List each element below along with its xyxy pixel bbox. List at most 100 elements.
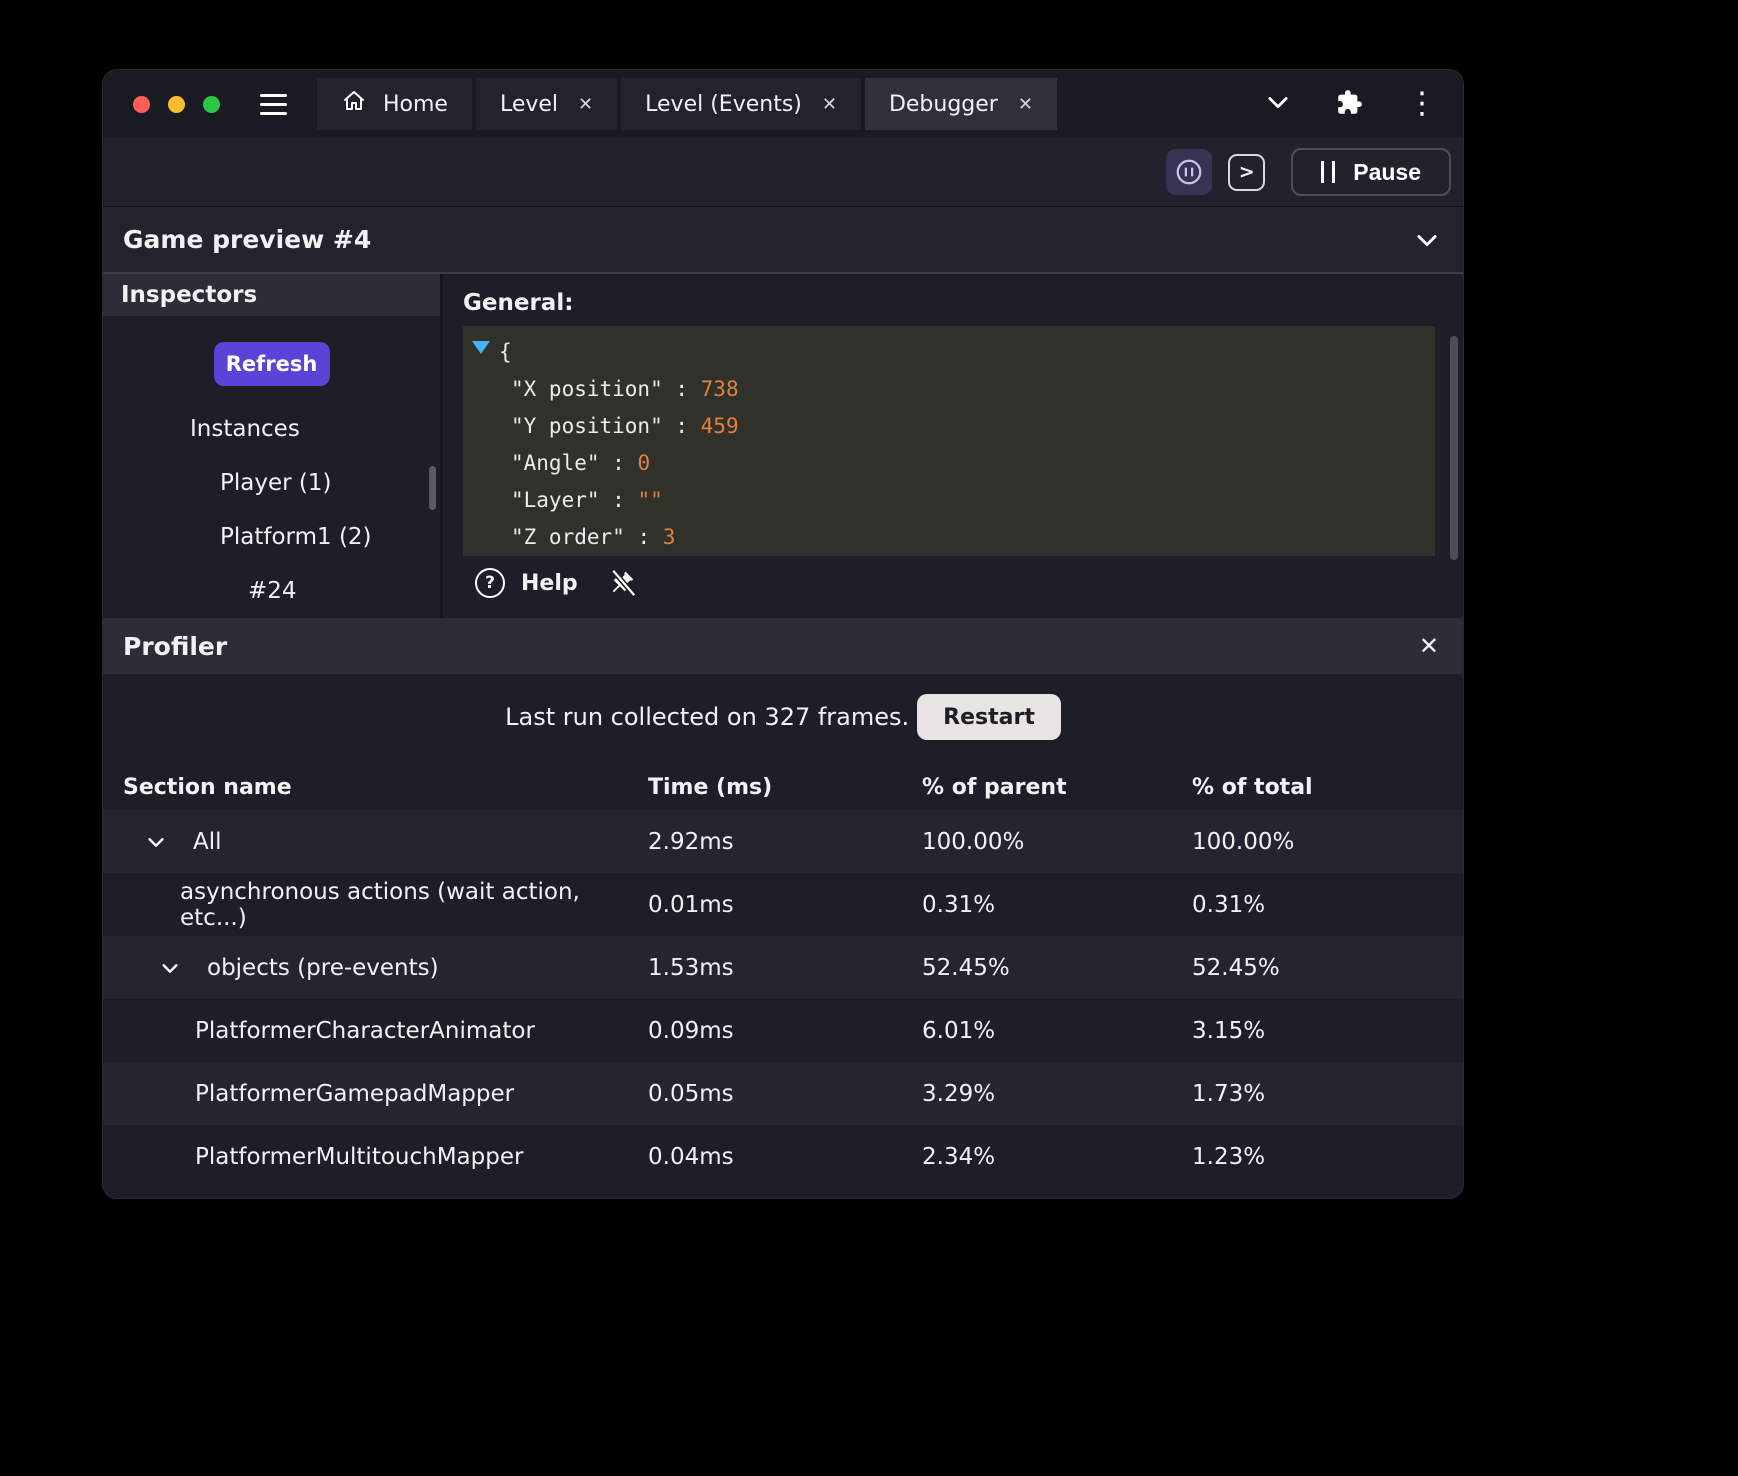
window-controls (133, 96, 220, 113)
section-percent-parent: 52.45% (922, 955, 1192, 981)
minimize-window-button[interactable] (168, 96, 185, 113)
section-percent-total: 100.00% (1192, 829, 1463, 855)
section-percent-total: 52.45% (1192, 955, 1463, 981)
tab-debugger[interactable]: Debugger ✕ (865, 78, 1057, 130)
kebab-menu-icon[interactable]: ⋮ (1407, 89, 1437, 119)
section-time: 0.04ms (648, 1144, 922, 1170)
section-name: All (193, 829, 222, 855)
tab-label: Debugger (889, 92, 998, 117)
section-percent-total: 1.73% (1192, 1081, 1463, 1107)
profiler-header: Profiler ✕ (103, 618, 1463, 674)
pause-button-label: Pause (1353, 159, 1421, 186)
section-name: PlatformerCharacterAnimator (195, 1018, 535, 1044)
pause-button[interactable]: Pause (1291, 148, 1451, 196)
general-panel: General: { "X position" : 738 "Y positio… (443, 274, 1463, 618)
close-window-button[interactable] (133, 96, 150, 113)
game-preview-header: Game preview #4 (103, 206, 1463, 274)
table-row[interactable]: PlatformerCharacterAnimator 0.09ms 6.01%… (103, 999, 1463, 1062)
section-name: asynchronous actions (wait action, etc..… (180, 879, 648, 931)
unpin-icon[interactable] (608, 567, 636, 599)
extensions-puzzle-icon[interactable] (1336, 89, 1363, 120)
json-property-z-order[interactable]: "Z order" : 3 (463, 519, 1435, 556)
section-percent-parent: 3.29% (922, 1081, 1192, 1107)
inspectors-header: Inspectors (103, 274, 440, 316)
tree-item-instances[interactable]: Instances (103, 402, 440, 456)
help-row: ? Help (463, 567, 1463, 599)
inspectors-title: Inspectors (121, 282, 257, 308)
refresh-button[interactable]: Refresh (214, 342, 330, 386)
section-percent-parent: 100.00% (922, 829, 1192, 855)
section-name: objects (pre-events) (207, 955, 439, 981)
inspectors-scrollbar[interactable] (429, 466, 436, 510)
inspectors-list: Refresh Instances Player (1) Platform1 (… (103, 316, 440, 618)
json-property-y-position[interactable]: "Y position" : 459 (463, 408, 1435, 445)
section-percent-total: 3.15% (1192, 1018, 1463, 1044)
json-property-x-position[interactable]: "X position" : 738 (463, 371, 1435, 408)
hamburger-menu-icon[interactable] (260, 94, 287, 115)
column-percent-parent: % of parent (922, 775, 1192, 800)
section-time: 1.53ms (648, 955, 922, 981)
titlebar-actions: ⋮ (1264, 88, 1437, 120)
tree-item-platform1[interactable]: Platform1 (2) (103, 510, 440, 564)
table-row[interactable]: All 2.92ms 100.00% 100.00% (103, 810, 1463, 873)
section-time: 0.01ms (648, 892, 922, 918)
section-time: 0.05ms (648, 1081, 922, 1107)
help-label[interactable]: Help (521, 571, 578, 596)
profiler-body: Last run collected on 327 frames. Restar… (103, 694, 1463, 1188)
section-percent-total: 1.23% (1192, 1144, 1463, 1170)
restart-button[interactable]: Restart (917, 694, 1061, 740)
instance-properties-json: { "X position" : 738 "Y position" : 459 … (463, 326, 1435, 556)
table-row[interactable]: PlatformerMultitouchMapper 0.04ms 2.34% … (103, 1125, 1463, 1188)
profiler-table: Section name Time (ms) % of parent % of … (103, 764, 1463, 1188)
general-title: General: (463, 290, 1463, 316)
profiler-close-icon[interactable]: ✕ (1419, 632, 1439, 660)
general-scrollbar[interactable] (1450, 336, 1458, 560)
tab-close-icon[interactable]: ✕ (578, 94, 593, 115)
console-icon[interactable]: > (1228, 154, 1265, 191)
tab-bar: Home Level ✕ Level (Events) ✕ Debugger ✕ (317, 78, 1057, 130)
tab-label: Level (500, 92, 558, 117)
help-icon[interactable]: ? (475, 568, 505, 598)
profiler-table-header: Section name Time (ms) % of parent % of … (103, 764, 1463, 810)
debugger-window: Home Level ✕ Level (Events) ✕ Debugger ✕ (103, 70, 1463, 1198)
section-time: 2.92ms (648, 829, 922, 855)
tab-close-icon[interactable]: ✕ (822, 94, 837, 115)
section-percent-parent: 2.34% (922, 1144, 1192, 1170)
column-percent-total: % of total (1192, 775, 1463, 800)
column-time: Time (ms) (648, 775, 922, 800)
json-open-brace: { (463, 334, 1435, 371)
pause-circle-icon[interactable] (1166, 149, 1212, 195)
tab-label: Home (383, 92, 448, 117)
zoom-window-button[interactable] (203, 96, 220, 113)
json-property-angle[interactable]: "Angle" : 0 (463, 445, 1435, 482)
section-name: PlatformerGamepadMapper (195, 1081, 514, 1107)
profiler-status-row: Last run collected on 327 frames. Restar… (103, 694, 1463, 740)
section-name: PlatformerMultitouchMapper (195, 1144, 523, 1170)
collapse-expander-icon[interactable] (472, 341, 490, 354)
debugger-toolbar: > Pause (103, 138, 1463, 206)
tabs-dropdown-icon[interactable] (1264, 88, 1292, 120)
table-row[interactable]: PlatformerGamepadMapper 0.05ms 3.29% 1.7… (103, 1062, 1463, 1125)
section-percent-parent: 0.31% (922, 892, 1192, 918)
tab-close-icon[interactable]: ✕ (1018, 94, 1033, 115)
section-percent-total: 0.31% (1192, 892, 1463, 918)
tab-home[interactable]: Home (317, 78, 472, 130)
game-preview-title: Game preview #4 (123, 225, 371, 254)
profiler-status-text: Last run collected on 327 frames. (505, 703, 909, 731)
pause-icon (1321, 161, 1335, 183)
tree-item-instance-24[interactable]: #24 (103, 564, 440, 618)
tab-level-events[interactable]: Level (Events) ✕ (621, 78, 861, 130)
inspectors-panel: Inspectors Refresh Instances Player (1) … (103, 274, 443, 618)
section-time: 0.09ms (648, 1018, 922, 1044)
tab-level[interactable]: Level ✕ (476, 78, 617, 130)
collapse-chevron-icon[interactable] (159, 957, 181, 979)
table-row[interactable]: asynchronous actions (wait action, etc..… (103, 873, 1463, 936)
chevron-down-icon[interactable] (1413, 226, 1441, 254)
home-icon (341, 89, 367, 119)
section-percent-parent: 6.01% (922, 1018, 1192, 1044)
collapse-chevron-icon[interactable] (145, 831, 167, 853)
json-property-layer[interactable]: "Layer" : "" (463, 482, 1435, 519)
tab-label: Level (Events) (645, 92, 802, 117)
table-row[interactable]: objects (pre-events) 1.53ms 52.45% 52.45… (103, 936, 1463, 999)
tree-item-player[interactable]: Player (1) (103, 456, 440, 510)
